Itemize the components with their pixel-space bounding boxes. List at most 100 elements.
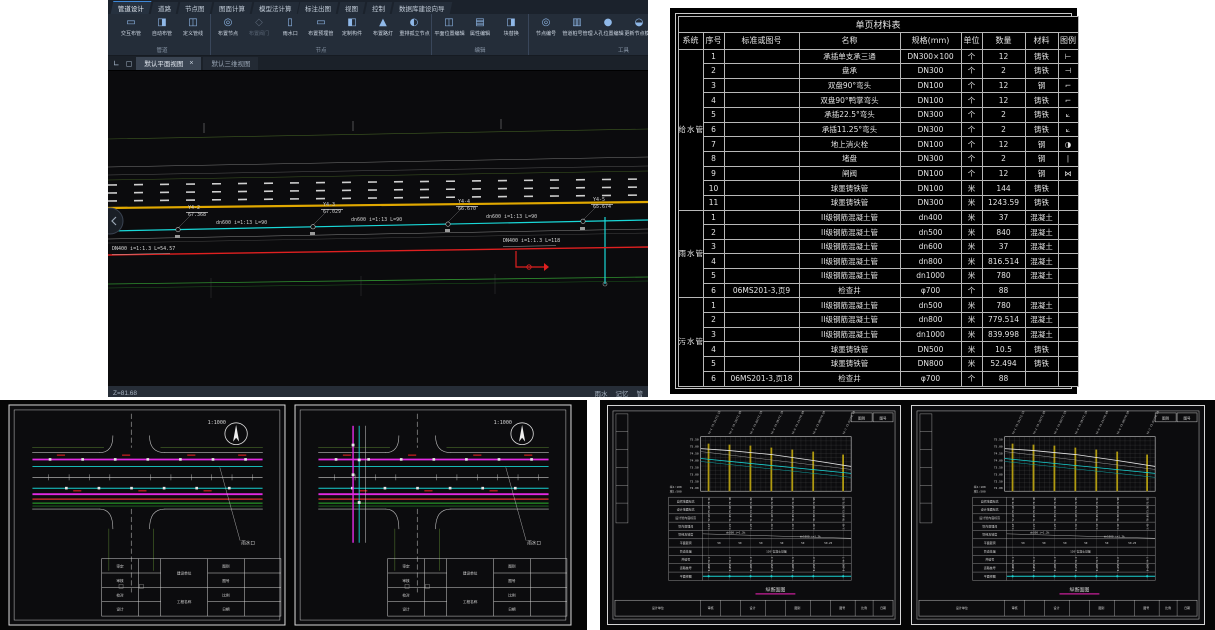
viewcube-icon[interactable]: ◻ <box>124 59 135 68</box>
cell: 10.5 <box>982 342 1025 357</box>
block-replace-button[interactable]: ◨块替换 <box>496 15 526 37</box>
svg-text:比例: 比例 <box>861 605 867 610</box>
svg-text:3.33: 3.33 <box>792 523 795 529</box>
auto-pipe-button[interactable]: ◨自动布管 <box>147 15 177 37</box>
svg-text:74.80: 74.80 <box>1054 505 1057 513</box>
cell: 米 <box>961 356 982 371</box>
svg-text:3.18: 3.18 <box>1012 523 1015 529</box>
place-embedded-pipe-button[interactable]: ▭布置预埋管 <box>306 15 336 37</box>
cell: 9 <box>703 166 724 181</box>
ribbon-tab-road[interactable]: 道路 <box>151 2 179 14</box>
svg-text:纵1:100: 纵1:100 <box>974 485 986 489</box>
svg-text:74.52: 74.52 <box>771 505 774 513</box>
place-streetlight-button[interactable]: ▲布置路灯 <box>368 15 398 37</box>
place-valve-button[interactable]: ◇布置阀门 <box>244 15 274 37</box>
pipe-station-manage-button[interactable]: ▥管道桩号管理 <box>562 15 592 37</box>
drawing-canvas[interactable]: Y4-267.368 Y4-367.029 Y4-466.670 Y4-565.… <box>108 71 648 386</box>
ribbon-tab-node-diagram[interactable]: 节点图 <box>178 2 212 14</box>
node-label: Y4-367.029 <box>321 203 343 216</box>
node-number-button[interactable]: ◎节点编号 <box>531 15 561 37</box>
cell: 铸铁 <box>1025 181 1058 196</box>
cell: φ700 <box>900 283 961 298</box>
cell: 37 <box>982 239 1025 254</box>
ribbon-tab-drawing-calc[interactable]: 图面计算 <box>211 2 252 14</box>
svg-text:工程名称: 工程名称 <box>463 599 478 604</box>
cell: 2 <box>703 313 724 328</box>
cell: 816.514 <box>982 254 1025 269</box>
custom-component-button[interactable]: ◧定制构件 <box>337 15 367 37</box>
plan-position-edit-button[interactable]: ◫平面位置编辑 <box>434 15 464 37</box>
cell: 混凝土 <box>1025 239 1058 254</box>
system-cell: 污水管 <box>678 298 703 386</box>
rain-inlet-button[interactable]: ▯雨水口 <box>275 15 305 37</box>
cell: 个 <box>961 108 982 123</box>
svg-text:0+000: 0+000 <box>708 563 711 571</box>
svg-text:74.80: 74.80 <box>750 505 753 513</box>
svg-text:0+100: 0+100 <box>1054 563 1057 571</box>
ribbon-tab-model-calc[interactable]: 模型法计算 <box>251 2 298 14</box>
svg-text:50: 50 <box>780 541 784 545</box>
status-toggle-memory[interactable]: 记忆 <box>616 388 629 397</box>
svg-text:雨水口: 雨水口 <box>241 540 255 547</box>
cell <box>1058 313 1078 328</box>
close-icon[interactable]: × <box>189 60 193 67</box>
cell: 3 <box>703 327 724 342</box>
rain-inlet-icon: ▯ <box>287 16 293 29</box>
cell: 1 <box>703 210 724 225</box>
axis-icon[interactable]: ∟ <box>111 59 122 68</box>
cell: 5 <box>703 356 724 371</box>
svg-text:3.32: 3.32 <box>771 523 774 529</box>
cell: 个 <box>961 78 982 93</box>
cell: 779.514 <box>982 313 1025 328</box>
svg-text:74.50: 74.50 <box>690 452 699 456</box>
view-tab-3d[interactable]: 默认三维视图 <box>203 57 258 70</box>
svg-text:72.50: 72.50 <box>690 479 699 483</box>
cell <box>724 225 799 240</box>
svg-text:72.50: 72.50 <box>994 479 1003 483</box>
cell <box>1025 371 1058 386</box>
water-pipe-label: DN400 i=1:1.3 L=118 <box>503 239 560 245</box>
ribbon-tab-control[interactable]: 控制 <box>365 2 393 14</box>
status-toggle-rain[interactable]: 雨水 <box>595 388 608 397</box>
ribbon-tab-pipeline-design[interactable]: 管道设计 <box>111 1 152 14</box>
cell: 双盘90°弯头 <box>799 78 900 93</box>
ribbon-tab-view[interactable]: 视图 <box>338 2 366 14</box>
define-pipeline-button[interactable]: ◫定义管线 <box>178 15 208 37</box>
svg-text:Y4-4: Y4-4 <box>1075 556 1078 562</box>
cell: 10 <box>703 181 724 196</box>
table-row: 9闸阀DN100个12钢⋈ <box>678 166 1078 181</box>
svg-text:74.18: 74.18 <box>1096 505 1099 513</box>
property-edit-button[interactable]: ▤属性编辑 <box>465 15 495 37</box>
cell: ◑ <box>1058 137 1078 152</box>
interactive-pipe-button[interactable]: ▭交互布管 <box>116 15 146 37</box>
cad-app-window: 管道设计 道路 节点图 图面计算 模型法计算 标注出图 视图 控制 数据库建设向… <box>108 0 648 397</box>
ribbon-tab-annotate[interactable]: 标注出图 <box>298 2 339 14</box>
svg-text:74.21: 74.21 <box>1096 497 1099 505</box>
material-table-body: 给水管1承插单支承三通DN300×100个12铸铁⊢2盘承DN300个2铸铁⊣3… <box>678 49 1078 386</box>
cell: 6 <box>703 122 724 137</box>
node-label: Y4-466.670 <box>456 200 478 213</box>
place-node-button[interactable]: ◎布置节点 <box>213 15 243 37</box>
table-header-row: 系统 序号 标准或图号 名称 规格(mm) 单位 数量 材料 图例 <box>678 32 1078 49</box>
status-toggle-pipe[interactable]: 管 <box>637 388 644 397</box>
isolated-node-button[interactable]: ◐重排孤立节点 <box>399 15 429 37</box>
table-row: 3双盘90°弯头DN100个12钢⌐ <box>678 78 1078 93</box>
svg-text:0+250: 0+250 <box>813 563 816 571</box>
cell: 铸铁 <box>1025 356 1058 371</box>
svg-text:0+150: 0+150 <box>771 563 774 571</box>
nav-disc-icon[interactable] <box>108 208 123 234</box>
cell <box>1058 225 1078 240</box>
scale-label: 1:1000 <box>494 420 512 426</box>
svg-text:72.00: 72.00 <box>994 486 1003 490</box>
svg-text:dn800 i=1.2‰: dn800 i=1.2‰ <box>726 531 746 535</box>
cell: 盘承 <box>799 64 900 79</box>
table-row: 10球墨铸铁管DN100米144铸铁 <box>678 181 1078 196</box>
update-node-model-button[interactable]: ◒更新节点模型 <box>624 15 648 37</box>
svg-text:50: 50 <box>1063 541 1067 545</box>
svg-text:审核: 审核 <box>116 578 124 583</box>
ribbon-tab-database-wizard[interactable]: 数据库建设向导 <box>392 2 452 14</box>
view-tab-plan[interactable]: 默认平面视图 × <box>136 57 201 70</box>
svg-text:74.55: 74.55 <box>1075 497 1078 505</box>
manhole-position-edit-button[interactable]: ●人孔位置编辑 <box>593 15 623 37</box>
svg-text:71.85: 71.85 <box>1033 514 1036 522</box>
